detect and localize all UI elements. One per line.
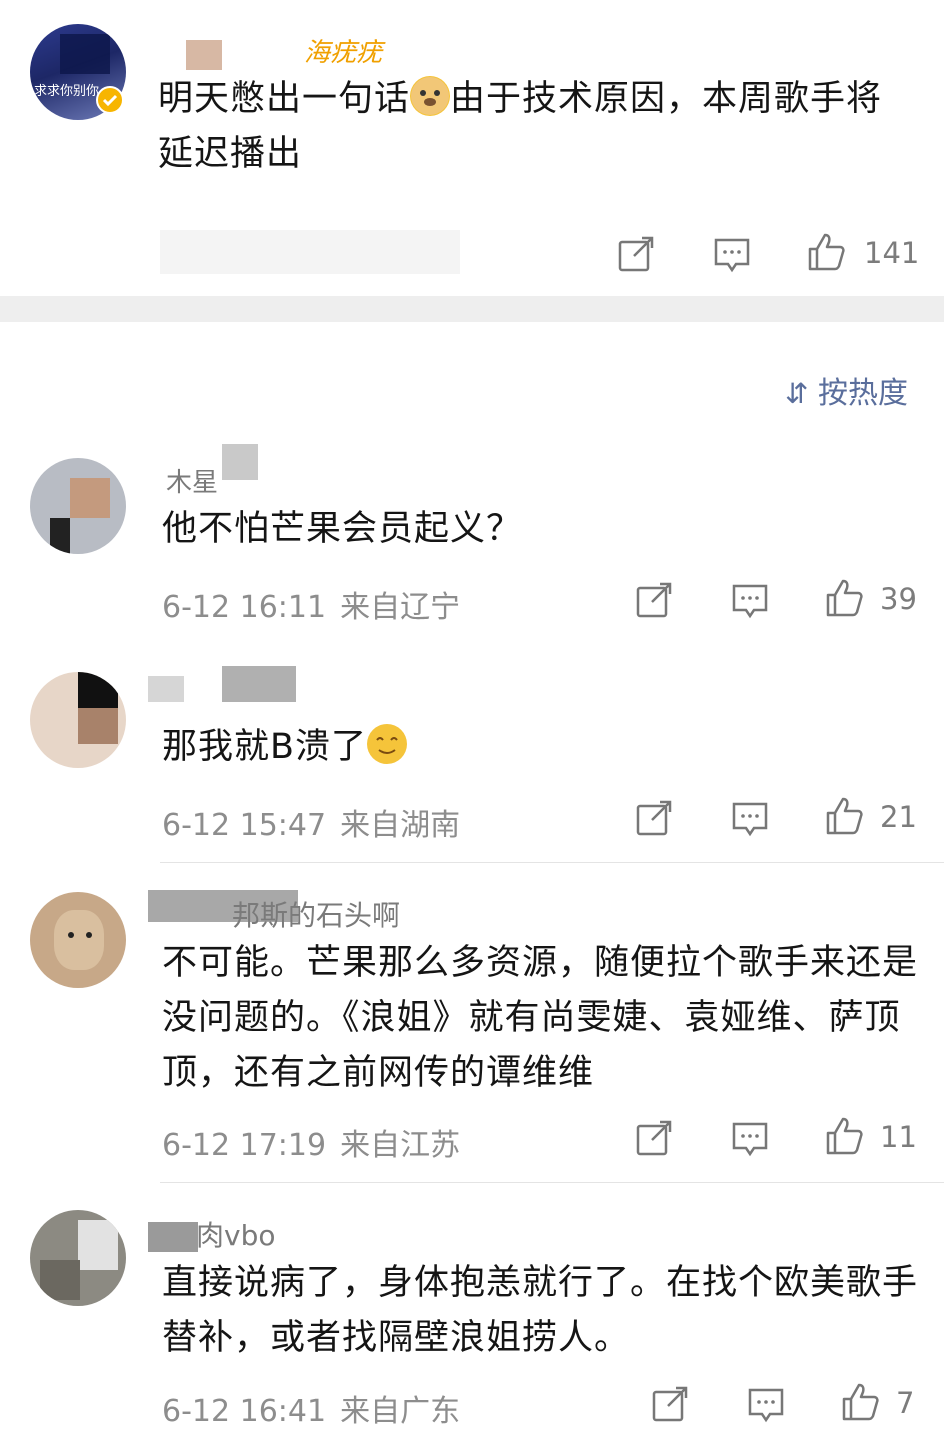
- section-divider: [0, 296, 944, 322]
- username-mosaic: [222, 444, 258, 480]
- smile-emoji-icon: [367, 724, 408, 764]
- like-count: 141: [864, 236, 920, 270]
- like-count: 11: [880, 1120, 917, 1154]
- comment-meta: 6-12 16:11 来自辽宁: [162, 582, 460, 626]
- comment-divider: [160, 1182, 944, 1183]
- comment-icon[interactable]: [730, 580, 770, 620]
- share-icon[interactable]: [616, 234, 656, 274]
- comment-text: 那我就B溃了: [162, 720, 922, 775]
- comment-username[interactable]: 木星: [166, 462, 218, 499]
- like-count: 39: [880, 582, 917, 616]
- comment-location: 来自江苏: [340, 1128, 461, 1163]
- comment-location: 来自广东: [340, 1394, 461, 1429]
- commenter-avatar[interactable]: [30, 672, 126, 768]
- commenter-avatar[interactable]: [30, 458, 126, 554]
- comment-location: 来自湖南: [340, 808, 461, 843]
- post-text-part1: 明天憋出一句话: [158, 79, 411, 119]
- username-mosaic: [148, 676, 184, 702]
- post-username[interactable]: 海疣疣: [304, 32, 382, 69]
- sort-label: 按热度: [818, 376, 908, 411]
- thumbs-up-icon[interactable]: [824, 1116, 864, 1156]
- comment-date: 6-12 16:11: [162, 590, 327, 625]
- comment-meta: 6-12 16:41 来自广东: [162, 1386, 460, 1430]
- thumbs-up-icon[interactable]: [840, 1382, 880, 1422]
- comment-username[interactable]: 肉vbo: [196, 1214, 275, 1254]
- post-meta-mosaic: [160, 230, 460, 274]
- share-icon[interactable]: [650, 1384, 690, 1424]
- commenter-avatar[interactable]: [30, 892, 126, 988]
- sort-button[interactable]: ⇵ 按热度: [785, 368, 908, 412]
- thumbs-up-icon[interactable]: [824, 578, 864, 618]
- share-icon[interactable]: [634, 580, 674, 620]
- thumbs-up-icon[interactable]: [806, 232, 846, 272]
- comment-date: 6-12 15:47: [162, 808, 327, 843]
- username-mosaic: [222, 666, 296, 702]
- doge-emoji-icon: [410, 76, 451, 116]
- comment-icon[interactable]: [730, 798, 770, 838]
- commenter-avatar[interactable]: [30, 1210, 126, 1306]
- comment-date: 6-12 16:41: [162, 1394, 327, 1429]
- sort-icon: ⇵: [784, 377, 809, 410]
- thumbs-up-icon[interactable]: [824, 796, 864, 836]
- comment-username[interactable]: 邦斯的石头啊: [232, 894, 400, 934]
- comment-text: 他不怕芒果会员起义？: [162, 509, 523, 549]
- share-icon[interactable]: [634, 1118, 674, 1158]
- comment-icon[interactable]: [746, 1384, 786, 1424]
- comment-text: 不可能。芒果那么多资源，随便拉个歌手来还是没问题的。《浪姐》就有尚雯婕、袁娅维、…: [162, 943, 919, 1093]
- verified-badge-icon: [96, 86, 124, 114]
- comment-text: 直接说病了，身体抱恙就行了。在找个欧美歌手替补，或者找隔壁浪姐捞人。: [162, 1263, 919, 1358]
- comment-date: 6-12 17:19: [162, 1128, 327, 1163]
- comment-location: 来自辽宁: [340, 590, 461, 625]
- comment-icon[interactable]: [730, 1118, 770, 1158]
- comment-divider: [160, 862, 944, 863]
- comment-meta: 6-12 15:47 来自湖南: [162, 800, 460, 844]
- like-count: 7: [896, 1386, 915, 1420]
- comment-icon[interactable]: [712, 234, 752, 274]
- share-icon[interactable]: [634, 798, 674, 838]
- comment-meta: 6-12 17:19 来自江苏: [162, 1120, 460, 1164]
- comment-text-body: 那我就B溃了: [162, 727, 368, 767]
- username-mosaic: [148, 1222, 198, 1252]
- like-count: 21: [880, 800, 917, 834]
- username-mosaic: [186, 40, 222, 70]
- avatar-caption: 求求你别你: [34, 84, 100, 99]
- post-text: 明天憋出一句话 由于技术原因，本周歌手将延迟播出: [158, 72, 918, 182]
